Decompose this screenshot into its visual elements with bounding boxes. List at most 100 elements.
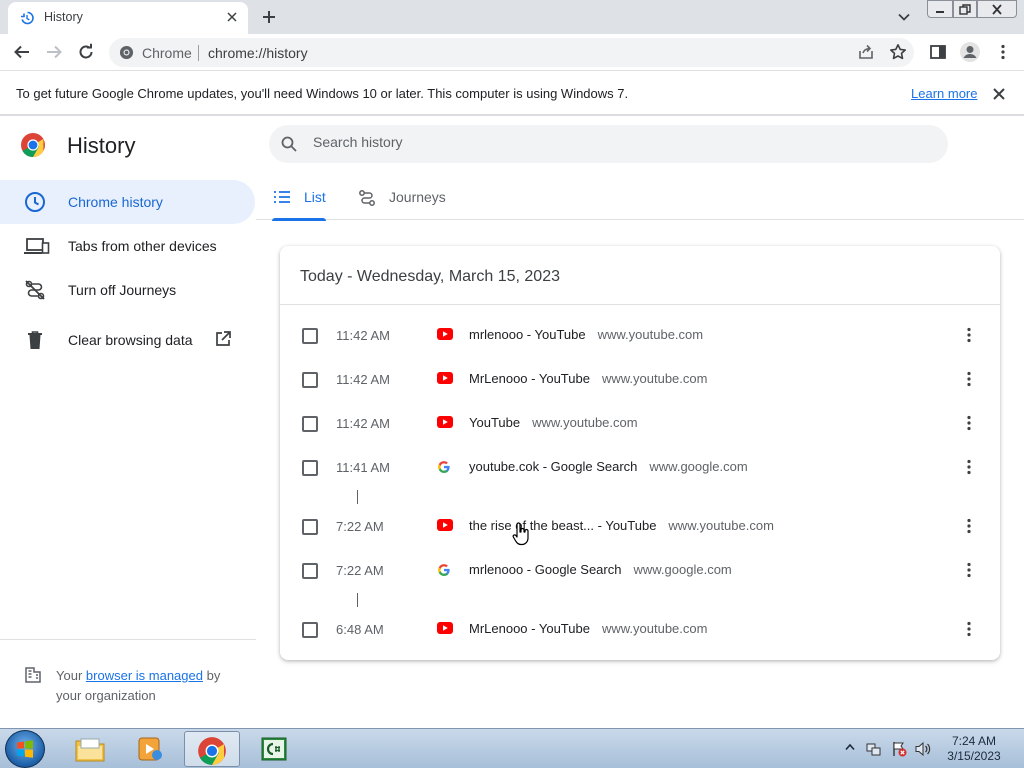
history-row[interactable]: 6:48 AM MrLenooo - YouTube www.youtube.co…: [280, 608, 1000, 652]
csharp-app-taskbar-button[interactable]: [246, 731, 302, 767]
managed-prefix: Your: [56, 668, 83, 683]
new-tab-icon[interactable]: [260, 8, 278, 26]
row-link[interactable]: YouTube www.youtube.com: [469, 415, 638, 430]
row-checkbox[interactable]: [302, 519, 318, 535]
minimize-button[interactable]: [927, 0, 953, 18]
time-gap-indicator: [357, 593, 358, 607]
restore-button[interactable]: [953, 0, 977, 18]
row-time: 11:42 AM: [336, 372, 390, 387]
view-tabs: List Journeys: [256, 176, 1024, 221]
learn-more-link[interactable]: Learn more: [911, 86, 977, 101]
history-row[interactable]: 11:41 AM youtube.cok - Google Search www.…: [280, 446, 1000, 490]
tab-journeys[interactable]: Journeys: [356, 176, 466, 220]
action-center-alert-icon[interactable]: [891, 741, 907, 757]
forward-arrow-icon[interactable]: [45, 43, 63, 61]
chrome-taskbar-button[interactable]: [184, 731, 240, 767]
windows-taskbar: 7:24 AM 3/15/2023: [0, 728, 1024, 768]
more-vert-icon[interactable]: [960, 458, 978, 476]
browser-tab-history[interactable]: History: [8, 2, 248, 34]
clock-time: 7:24 AM: [951, 734, 997, 748]
tab-list[interactable]: List: [256, 176, 342, 221]
row-link[interactable]: MrLenooo - YouTube www.youtube.com: [469, 371, 707, 386]
address-bar[interactable]: Chrome chrome://history: [109, 38, 914, 67]
history-row[interactable]: 7:22 AM the rise of the beast... - YouTu…: [280, 505, 1000, 549]
youtube-icon: [437, 519, 453, 531]
browser-tab-title: History: [44, 10, 83, 24]
more-vert-icon[interactable]: [960, 561, 978, 579]
row-domain: www.youtube.com: [668, 518, 774, 533]
sidebar-item-turn-off-journeys[interactable]: Turn off Journeys: [0, 268, 255, 312]
row-domain: www.youtube.com: [601, 371, 708, 386]
media-player-taskbar-button[interactable]: [122, 731, 178, 767]
more-vert-icon[interactable]: [960, 620, 978, 638]
row-domain: www.youtube.com: [532, 415, 638, 430]
row-link[interactable]: mrlenooo - YouTube www.youtube.com: [469, 327, 703, 342]
row-title[interactable]: YouTube: [469, 415, 520, 430]
youtube-icon: [437, 328, 453, 340]
google-icon: [437, 563, 451, 577]
row-checkbox[interactable]: [302, 563, 318, 579]
row-domain: www.google.com: [649, 459, 748, 474]
clock-icon: [24, 191, 46, 213]
row-link[interactable]: youtube.cok - Google Search www.google.co…: [469, 459, 748, 474]
row-title[interactable]: mrlenooo - Google Search: [469, 562, 621, 577]
start-button[interactable]: [5, 730, 45, 768]
more-vert-icon[interactable]: [960, 370, 978, 388]
history-row[interactable]: 11:42 AM YouTube www.youtube.com: [280, 402, 1000, 446]
row-title[interactable]: youtube.cok - Google Search: [469, 459, 637, 474]
window-close-button[interactable]: [977, 0, 1017, 18]
browser-managed-link[interactable]: browser is managed: [86, 668, 203, 683]
search-input[interactable]: [313, 134, 913, 150]
google-icon: [437, 460, 451, 474]
side-panel-icon[interactable]: [929, 43, 947, 61]
explorer-taskbar-button[interactable]: [62, 731, 118, 767]
reload-icon[interactable]: [77, 43, 95, 61]
row-checkbox[interactable]: [302, 328, 318, 344]
close-icon[interactable]: [992, 87, 1006, 101]
clock-date: 3/15/2023: [947, 749, 1001, 763]
close-tab-icon[interactable]: [226, 11, 238, 23]
more-vert-icon[interactable]: [994, 43, 1012, 61]
row-title[interactable]: mrlenooo - YouTube: [469, 327, 586, 342]
history-row[interactable]: 11:42 AM MrLenooo - YouTube www.youtube.c…: [280, 358, 1000, 402]
more-vert-icon[interactable]: [960, 517, 978, 535]
show-hidden-icons-icon[interactable]: [845, 743, 855, 751]
row-title[interactable]: MrLenooo - YouTube: [469, 621, 590, 636]
history-row[interactable]: 7:22 AM mrlenooo - Google Search www.goog…: [280, 549, 1000, 593]
youtube-icon: [437, 372, 453, 384]
row-domain: www.youtube.com: [601, 621, 708, 636]
row-checkbox[interactable]: [302, 460, 318, 476]
more-vert-icon[interactable]: [960, 326, 978, 344]
sidebar-item-chrome-history[interactable]: Chrome history: [0, 180, 255, 224]
back-arrow-icon[interactable]: [13, 43, 31, 61]
tab-journeys-label: Journeys: [389, 189, 446, 205]
history-row[interactable]: 11:42 AM mrlenooo - YouTube www.youtube.c…: [280, 314, 1000, 358]
row-link[interactable]: MrLenooo - YouTube www.youtube.com: [469, 621, 707, 636]
bookmark-star-icon[interactable]: [889, 43, 907, 61]
row-title[interactable]: MrLenooo - YouTube: [469, 371, 590, 386]
sidebar-item-clear-browsing-data[interactable]: Clear browsing data: [0, 318, 255, 362]
network-icon[interactable]: [866, 741, 882, 757]
url-text[interactable]: chrome://history: [208, 45, 308, 61]
open-in-new-icon: [214, 330, 232, 348]
taskbar-clock[interactable]: 7:24 AM 3/15/2023: [944, 734, 1004, 764]
tab-list-label: List: [304, 189, 326, 205]
row-time: 11:42 AM: [336, 416, 390, 431]
row-checkbox[interactable]: [302, 372, 318, 388]
row-domain: www.google.com: [633, 562, 732, 577]
row-checkbox[interactable]: [302, 416, 318, 432]
search-history-field[interactable]: [269, 125, 948, 163]
row-title[interactable]: the rise of the beast... - YouTube: [469, 518, 656, 533]
volume-icon[interactable]: [914, 741, 932, 757]
profile-avatar-icon[interactable]: [959, 41, 981, 63]
journeys-icon: [358, 189, 376, 207]
chevron-down-icon[interactable]: [897, 10, 911, 24]
building-icon: [24, 666, 42, 684]
active-tab-indicator: [272, 218, 326, 221]
more-vert-icon[interactable]: [960, 414, 978, 432]
sidebar-item-tabs-other-devices[interactable]: Tabs from other devices: [0, 224, 255, 268]
row-checkbox[interactable]: [302, 622, 318, 638]
share-icon[interactable]: [857, 43, 875, 61]
row-link[interactable]: mrlenooo - Google Search www.google.com: [469, 562, 732, 577]
browser-toolbar: Chrome chrome://history: [0, 34, 1024, 71]
